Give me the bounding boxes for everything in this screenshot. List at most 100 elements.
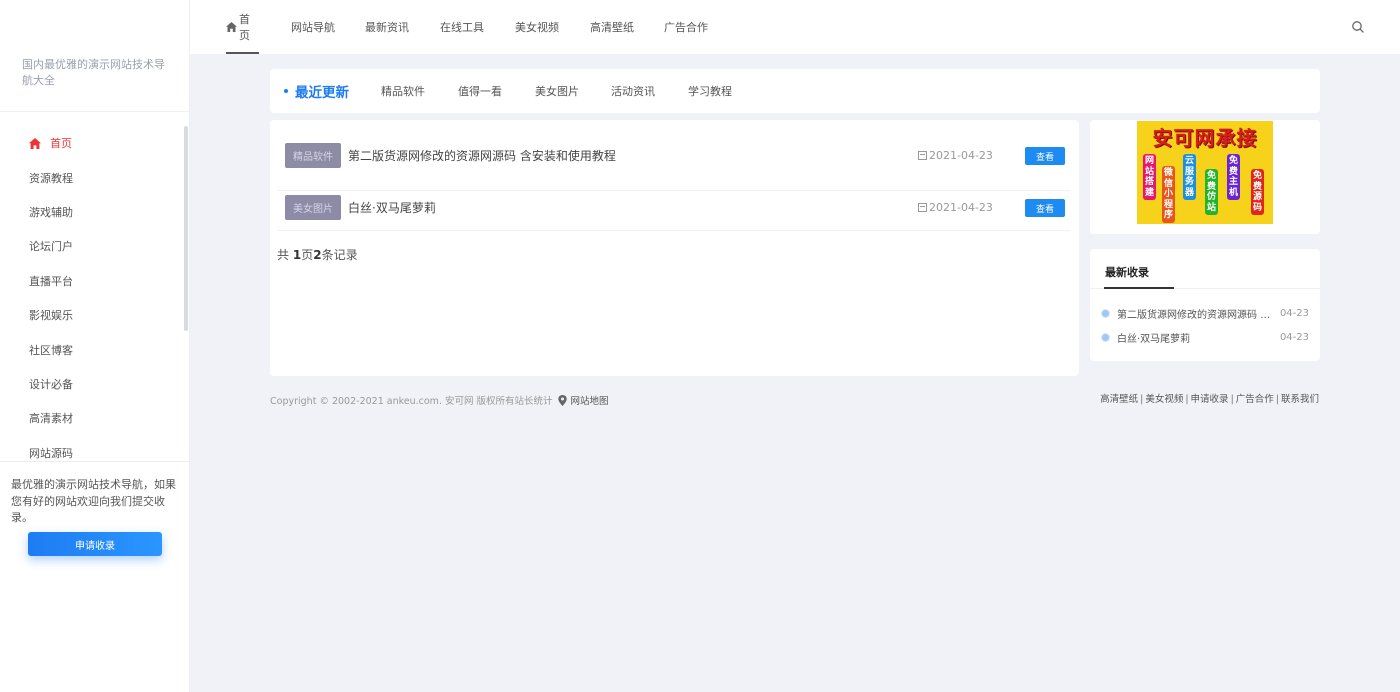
- footer-links: 高清壁纸 | 美女视频 | 申请收录 | 广告合作 | 联系我们: [1100, 391, 1319, 405]
- footer-link-contact[interactable]: 联系我们: [1281, 394, 1319, 405]
- sidebar-item-label: 网站源码: [29, 446, 73, 460]
- sidebar-item-design[interactable]: 设计必备: [0, 367, 183, 401]
- nav-label: 首页: [239, 13, 250, 42]
- site-tagline: 国内最优雅的演示网站技术导航大全: [22, 58, 165, 87]
- listing-date: 04-23: [1279, 307, 1309, 319]
- sidebar-item-label: 论坛门户: [29, 240, 73, 254]
- home-icon: [29, 138, 41, 150]
- footer-copyright: Copyright © 2002-2021 ankeu.com. 安可网 版权所…: [270, 393, 609, 407]
- nav-online-tools[interactable]: 在线工具: [440, 0, 484, 54]
- sidebar-item-source-code[interactable]: 网站源码: [0, 436, 183, 470]
- newest-listings: 最新收录 第二版货源网修改的资源网源码 含安装和使用教程 04-23 白丝·双马…: [1090, 249, 1320, 361]
- ad-pill: 免费主机: [1227, 154, 1240, 200]
- sidebar-item-home[interactable]: 首页: [0, 126, 183, 160]
- category-badge[interactable]: 精品软件: [285, 143, 341, 168]
- ad-pill: 网站搭建: [1143, 154, 1156, 200]
- tab-worth-seeing[interactable]: 值得一看: [458, 69, 502, 113]
- pager-pages: 1: [292, 248, 302, 262]
- post-title[interactable]: 白丝·双马尾萝莉: [348, 195, 436, 220]
- list-item: 白丝·双马尾萝莉 04-23: [1102, 329, 1309, 345]
- nav-ads[interactable]: 广告合作: [664, 0, 708, 54]
- ad-pill: 免费仿站: [1205, 169, 1218, 215]
- view-button[interactable]: 查看: [1025, 147, 1065, 165]
- post-date-text: 2021-04-23: [929, 201, 993, 214]
- sidebar-item-label: 社区博客: [29, 343, 73, 357]
- pager-prefix: 共: [277, 248, 293, 262]
- sidebar-bottom-divider: [0, 461, 190, 462]
- list-item: 美女图片 白丝·双马尾萝莉 2021-04-23 查看: [270, 186, 1079, 237]
- tab-tutorials[interactable]: 学习教程: [688, 69, 732, 113]
- post-date: 2021-04-23: [918, 195, 993, 220]
- sidebar-item-materials[interactable]: 高清素材: [0, 401, 183, 435]
- nav-site-directory[interactable]: 网站导航: [291, 0, 335, 54]
- apply-listing-button[interactable]: 申请收录: [28, 532, 162, 556]
- sidebar-item-label: 影视娱乐: [29, 309, 73, 323]
- nav-active-underline: [226, 52, 259, 54]
- sidebar-item-label: 高清素材: [29, 412, 73, 426]
- tab-software[interactable]: 精品软件: [381, 69, 425, 113]
- heading-underline: [1104, 287, 1174, 289]
- sidebar-item-label: 首页: [50, 137, 72, 151]
- sidebar-item-label: 游戏辅助: [29, 205, 73, 219]
- post-title[interactable]: 第二版货源网修改的资源网源码 含安装和使用教程: [348, 143, 616, 168]
- view-button[interactable]: 查看: [1025, 199, 1065, 217]
- footer-separator: |: [1140, 394, 1144, 405]
- sidebar-item-label: 资源教程: [29, 171, 73, 185]
- sidebar-item-entertainment[interactable]: 影视娱乐: [0, 298, 183, 332]
- active-tab-dot: [284, 89, 288, 93]
- pager-records: 2: [313, 248, 322, 262]
- search-icon[interactable]: [1351, 20, 1365, 34]
- list-item: 第二版货源网修改的资源网源码 含安装和使用教程 04-23: [1102, 305, 1309, 321]
- bullet-icon: [1102, 309, 1109, 317]
- copyright-text: Copyright © 2002-2021 ankeu.com. 安可网 版权所…: [270, 396, 553, 407]
- pager-mid: 页: [301, 248, 314, 262]
- bullet-icon: [1102, 333, 1109, 341]
- sidebar-divider: [0, 111, 190, 112]
- ad-pill: 免费源码: [1251, 169, 1264, 215]
- footer-separator: |: [1275, 394, 1279, 405]
- sidebar-item-resources[interactable]: 资源教程: [0, 160, 183, 194]
- tab-events[interactable]: 活动资讯: [611, 69, 655, 113]
- sidebar-item-forums[interactable]: 论坛门户: [0, 229, 183, 263]
- ad-panel: 安可网承接 网站搭建 微信小程序 云服务器 免费仿站 免费主机 免费源码: [1090, 120, 1320, 234]
- nav-videos[interactable]: 美女视频: [515, 0, 559, 54]
- sidebar-item-label: 设计必备: [29, 377, 73, 391]
- pager-suffix: 条记录: [321, 248, 358, 262]
- list-item: 精品软件 第二版货源网修改的资源网源码 含安装和使用教程 2021-04-23 …: [270, 134, 1079, 191]
- post-list: 精品软件 第二版货源网修改的资源网源码 含安装和使用教程 2021-04-23 …: [270, 120, 1079, 376]
- tab-pictures[interactable]: 美女图片: [535, 69, 579, 113]
- sidebar-item-game-aids[interactable]: 游戏辅助: [0, 195, 183, 229]
- nav-home[interactable]: 首页: [226, 0, 259, 54]
- listing-date: 04-23: [1279, 331, 1309, 343]
- footer-link-apply[interactable]: 申请收录: [1191, 394, 1229, 405]
- tab-recent[interactable]: 最近更新: [295, 69, 349, 113]
- post-date-text: 2021-04-23: [929, 149, 993, 162]
- nav-latest-news[interactable]: 最新资讯: [365, 0, 409, 54]
- row-divider: [278, 230, 1071, 231]
- ad-title: 安可网承接: [1152, 126, 1258, 150]
- footer-link-wallpapers[interactable]: 高清壁纸: [1100, 394, 1138, 405]
- sidebar-menu: 首页 资源教程 游戏辅助 论坛门户 直播平台 影视娱乐 社区博客 设计必备 高清…: [0, 126, 183, 470]
- sitemap-link[interactable]: 网站地图: [571, 393, 609, 407]
- footer-separator: |: [1185, 394, 1189, 405]
- sidebar-scrollbar[interactable]: [184, 126, 188, 331]
- sidebar: 国内最优雅的演示网站技术导航大全 首页 资源教程 游戏辅助 论坛门户 直播平台 …: [0, 0, 190, 692]
- home-icon: [226, 22, 237, 32]
- post-date: 2021-04-23: [918, 143, 993, 168]
- map-pin-icon: [557, 394, 567, 406]
- sidebar-item-community[interactable]: 社区博客: [0, 332, 183, 366]
- footer-separator: |: [1230, 394, 1234, 405]
- nav-wallpapers[interactable]: 高清壁纸: [590, 0, 634, 54]
- top-nav: 首页 网站导航 最新资讯 在线工具 美女视频 高清壁纸 广告合作: [190, 0, 1400, 54]
- footer-link-ads[interactable]: 广告合作: [1236, 394, 1274, 405]
- ad-pill: 云服务器: [1183, 154, 1196, 200]
- category-badge[interactable]: 美女图片: [285, 195, 341, 220]
- calendar-icon: [918, 151, 927, 160]
- ad-banner[interactable]: 安可网承接 网站搭建 微信小程序 云服务器 免费仿站 免费主机 免费源码: [1137, 121, 1273, 224]
- sidebar-item-live[interactable]: 直播平台: [0, 264, 183, 298]
- sidebar-item-label: 直播平台: [29, 274, 73, 288]
- listing-title[interactable]: 白丝·双马尾萝莉: [1117, 330, 1272, 345]
- ad-pill: 微信小程序: [1162, 166, 1175, 223]
- listing-title[interactable]: 第二版货源网修改的资源网源码 含安装和使用教程: [1117, 306, 1272, 321]
- footer-link-videos[interactable]: 美女视频: [1145, 394, 1183, 405]
